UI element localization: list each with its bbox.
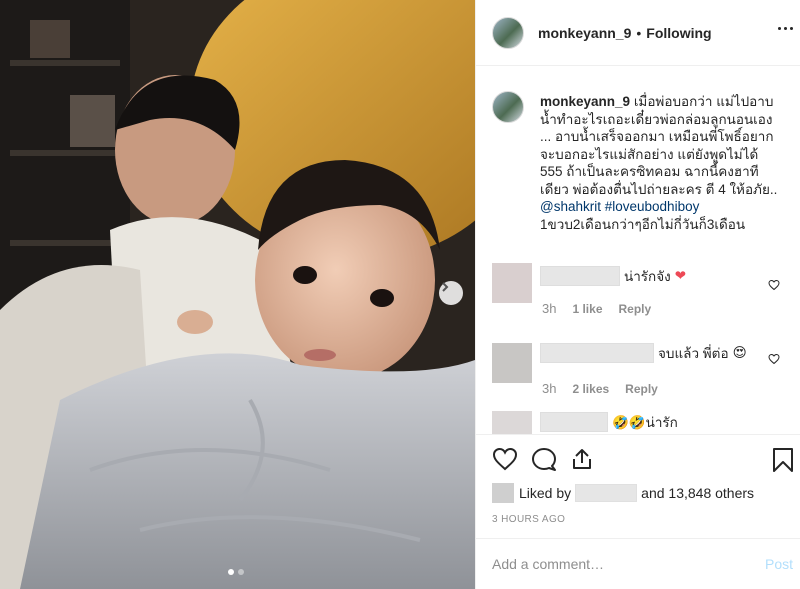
post-timestamp[interactable]: 3 HOURS AGO bbox=[492, 514, 565, 525]
comment-text: จบแล้ว พี่ต่อ bbox=[658, 346, 729, 361]
reply-button[interactable]: Reply bbox=[619, 302, 652, 316]
commenter-avatar[interactable] bbox=[492, 411, 532, 434]
comment-icon[interactable] bbox=[531, 447, 557, 471]
next-photo-button[interactable] bbox=[439, 281, 463, 305]
comment-likes[interactable]: 1 like bbox=[572, 302, 602, 316]
comment-text: 🤣🤣น่ารัก bbox=[612, 415, 678, 430]
post-header: monkeyann_9 • Following bbox=[476, 0, 800, 66]
carousel-dot-active bbox=[228, 569, 234, 575]
comment-heart-icon[interactable] bbox=[768, 353, 780, 365]
carousel-dot bbox=[238, 569, 244, 575]
post-panel: monkeyann_9 • Following monkeyann_9 เมื่… bbox=[475, 0, 800, 589]
comment-time[interactable]: 3h bbox=[542, 381, 556, 396]
likes-prefix: Liked by bbox=[519, 485, 572, 501]
add-comment-section: Post bbox=[476, 538, 800, 589]
commenter-avatar[interactable] bbox=[492, 263, 532, 303]
caption-last-line: 1ขวบ2เดือนกว่าๆอีกไม่กี่วันก็3เดือน bbox=[540, 216, 746, 232]
add-comment-input[interactable] bbox=[492, 552, 742, 576]
comment-time[interactable]: 3h bbox=[542, 301, 556, 316]
action-bar bbox=[476, 434, 800, 484]
likes-summary: Liked by and 13,848 others bbox=[492, 483, 754, 503]
share-icon[interactable] bbox=[570, 447, 594, 471]
caption-line-4: จะบอกอะไรแม่สักอย่าง แต่ยังพูดไม่ได้ bbox=[540, 146, 759, 162]
caption-username[interactable]: monkeyann_9 bbox=[540, 94, 630, 109]
reply-button[interactable]: Reply bbox=[625, 382, 658, 396]
heart-eyes-emoji: 😍 bbox=[732, 345, 747, 360]
post-photo[interactable] bbox=[0, 0, 475, 589]
caption-line-3: ... อาบน้ำเสร็จออกมา เหมือนพี่โพธิ์อยาก bbox=[540, 129, 774, 144]
caption-avatar[interactable] bbox=[492, 91, 524, 123]
more-options-icon[interactable] bbox=[778, 27, 793, 30]
likes-count[interactable]: and 13,848 others bbox=[641, 485, 754, 501]
comment-heart-icon[interactable] bbox=[768, 279, 780, 291]
caption-line-2: น้ำทำอะไรเถอะเดี๋ยวพ่อกล่อมลูกนอนเอง bbox=[540, 111, 773, 127]
following-button[interactable]: Following bbox=[646, 25, 711, 41]
carousel-indicator bbox=[228, 569, 244, 575]
post-button[interactable]: Post bbox=[765, 556, 793, 572]
comments-list[interactable]: monkeyann_9 เมื่อพ่อบอกว่า แม่ไปอาบ น้ำท… bbox=[476, 67, 800, 434]
caption-line-5: 555 ถ้าเป็นละครซิทคอม ฉากนี้คงฮาที bbox=[540, 164, 759, 179]
bookmark-icon[interactable] bbox=[772, 447, 794, 473]
caption-line-1: เมื่อพ่อบอกว่า แม่ไปอาบ bbox=[633, 94, 774, 109]
commenter-username-redacted[interactable] bbox=[540, 343, 654, 363]
heart-icon[interactable] bbox=[492, 447, 518, 471]
photo-illustration bbox=[0, 0, 475, 589]
header-username[interactable]: monkeyann_9 bbox=[538, 25, 631, 41]
avatar[interactable] bbox=[492, 16, 524, 49]
liker-username-redacted[interactable] bbox=[575, 484, 638, 502]
header-separator: • bbox=[636, 24, 642, 41]
liker-avatar[interactable] bbox=[492, 483, 514, 503]
comment-likes[interactable]: 2 likes bbox=[572, 382, 609, 396]
commenter-username-redacted[interactable] bbox=[540, 412, 608, 432]
caption-text: monkeyann_9 เมื่อพ่อบอกว่า แม่ไปอาบ น้ำท… bbox=[540, 93, 800, 233]
red-heart-emoji: ❤ bbox=[674, 268, 687, 283]
commenter-avatar[interactable] bbox=[492, 343, 532, 383]
caption-mention[interactable]: @shahkrit bbox=[540, 199, 601, 214]
chevron-right-icon bbox=[442, 282, 449, 292]
caption-line-6: เดียว พ่อต้องตื่นไปถ่ายละคร ตี 4 ให้อภัย… bbox=[540, 181, 778, 197]
comment-text: น่ารักจัง bbox=[624, 269, 671, 284]
commenter-username-redacted[interactable] bbox=[540, 266, 620, 286]
caption-hashtag[interactable]: #loveubodhiboy bbox=[605, 199, 700, 214]
